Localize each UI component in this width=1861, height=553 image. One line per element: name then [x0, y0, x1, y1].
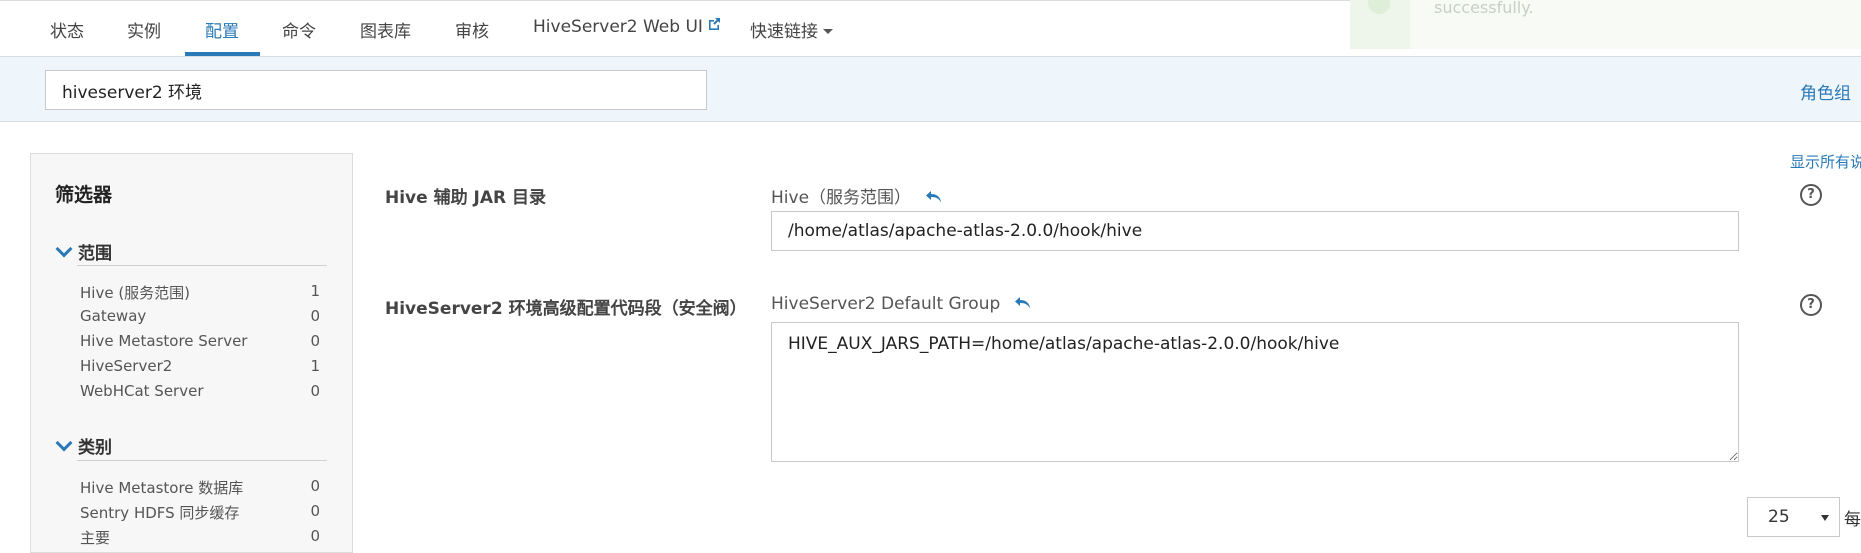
filter-item-label: Gateway	[80, 307, 147, 325]
tab-hiveserver2-web-ui-label: HiveServer2 Web UI	[533, 17, 703, 37]
filter-item[interactable]: Hive Metastore 数据库 0	[80, 477, 320, 498]
per-page-value: 25	[1768, 507, 1790, 527]
filter-title: 筛选器	[55, 184, 113, 206]
filter-item-count: 0	[310, 477, 320, 495]
filter-item[interactable]: HiveServer2 1	[80, 357, 320, 375]
help-icon[interactable]: ?	[1800, 184, 1822, 206]
tab-audits[interactable]: 审核	[455, 17, 489, 42]
chevron-down-icon	[823, 29, 833, 34]
filter-item-label: HiveServer2	[80, 357, 173, 375]
tab-charts-library[interactable]: 图表库	[360, 17, 411, 42]
filter-section-label: 范围	[78, 244, 112, 264]
filter-item[interactable]: Hive Metastore Server 0	[80, 332, 320, 350]
filter-section-scope[interactable]: 范围	[55, 239, 112, 264]
external-link-icon	[708, 18, 720, 30]
filter-item-label: Hive Metastore 数据库	[80, 479, 244, 497]
section-divider	[77, 460, 327, 461]
per-page-suffix: 每	[1844, 510, 1861, 530]
filter-item-count: 0	[310, 332, 320, 350]
undo-icon[interactable]	[925, 190, 943, 204]
property-scope: Hive（服务范围）	[771, 183, 943, 208]
property-label: HiveServer2 环境高级配置代码段（安全阀）	[385, 299, 747, 319]
success-toast	[1350, 0, 1861, 49]
chevron-down-icon	[55, 240, 73, 258]
filter-item-count: 0	[310, 502, 320, 520]
filter-item-label: WebHCat Server	[80, 382, 204, 400]
tab-hiveserver2-web-ui[interactable]: HiveServer2 Web UI	[533, 17, 721, 37]
tab-status[interactable]: 状态	[50, 17, 84, 42]
filter-item-count: 0	[310, 382, 320, 400]
filter-section-label: 类别	[78, 438, 112, 458]
filter-item-label: Hive Metastore Server	[80, 332, 248, 350]
filter-item[interactable]: WebHCat Server 0	[80, 382, 320, 400]
help-icon[interactable]: ?	[1800, 294, 1822, 316]
tab-quick-links-label: 快速链接	[750, 22, 818, 42]
property-scope-label: HiveServer2 Default Group	[771, 294, 1001, 314]
per-page-select[interactable]: 25	[1747, 497, 1840, 537]
section-divider	[77, 265, 327, 266]
filter-section-category[interactable]: 类别	[55, 433, 112, 458]
property-scope-label: Hive（服务范围）	[771, 188, 912, 208]
show-all-descriptions-link[interactable]: 显示所有说	[1790, 151, 1861, 172]
tab-quick-links[interactable]: 快速链接	[750, 17, 833, 42]
role-groups-link[interactable]: 角色组	[1800, 79, 1851, 104]
tab-commands[interactable]: 命令	[282, 17, 316, 42]
config-search-input[interactable]	[45, 70, 707, 110]
filter-item-label: 主要	[80, 529, 111, 547]
chevron-down-icon	[1821, 515, 1829, 521]
property-scope: HiveServer2 Default Group	[771, 294, 1032, 314]
filter-item[interactable]: 主要 0	[80, 527, 320, 548]
tab-configuration[interactable]: 配置	[205, 17, 239, 42]
filter-item[interactable]: Gateway 0	[80, 307, 320, 325]
env-safety-valve-textarea[interactable]: HIVE_AUX_JARS_PATH=/home/atlas/apache-at…	[771, 322, 1739, 462]
filter-item-count: 0	[310, 307, 320, 325]
filter-item-count: 0	[310, 527, 320, 545]
filter-item-label: Hive (服务范围)	[80, 284, 191, 302]
tab-instances[interactable]: 实例	[127, 17, 161, 42]
filter-item[interactable]: Sentry HDFS 同步缓存 0	[80, 502, 320, 523]
filter-item-label: Sentry HDFS 同步缓存	[80, 504, 240, 522]
aux-jars-directory-input[interactable]	[771, 211, 1739, 251]
filter-item-count: 1	[310, 282, 320, 300]
undo-icon[interactable]	[1014, 296, 1032, 310]
active-tab-indicator	[185, 52, 260, 56]
filter-item[interactable]: Hive (服务范围) 1	[80, 282, 320, 303]
toast-message: successfully.	[1434, 0, 1534, 17]
filter-item-count: 1	[310, 357, 320, 375]
property-label: Hive 辅助 JAR 目录	[385, 188, 546, 208]
chevron-down-icon	[55, 434, 73, 452]
